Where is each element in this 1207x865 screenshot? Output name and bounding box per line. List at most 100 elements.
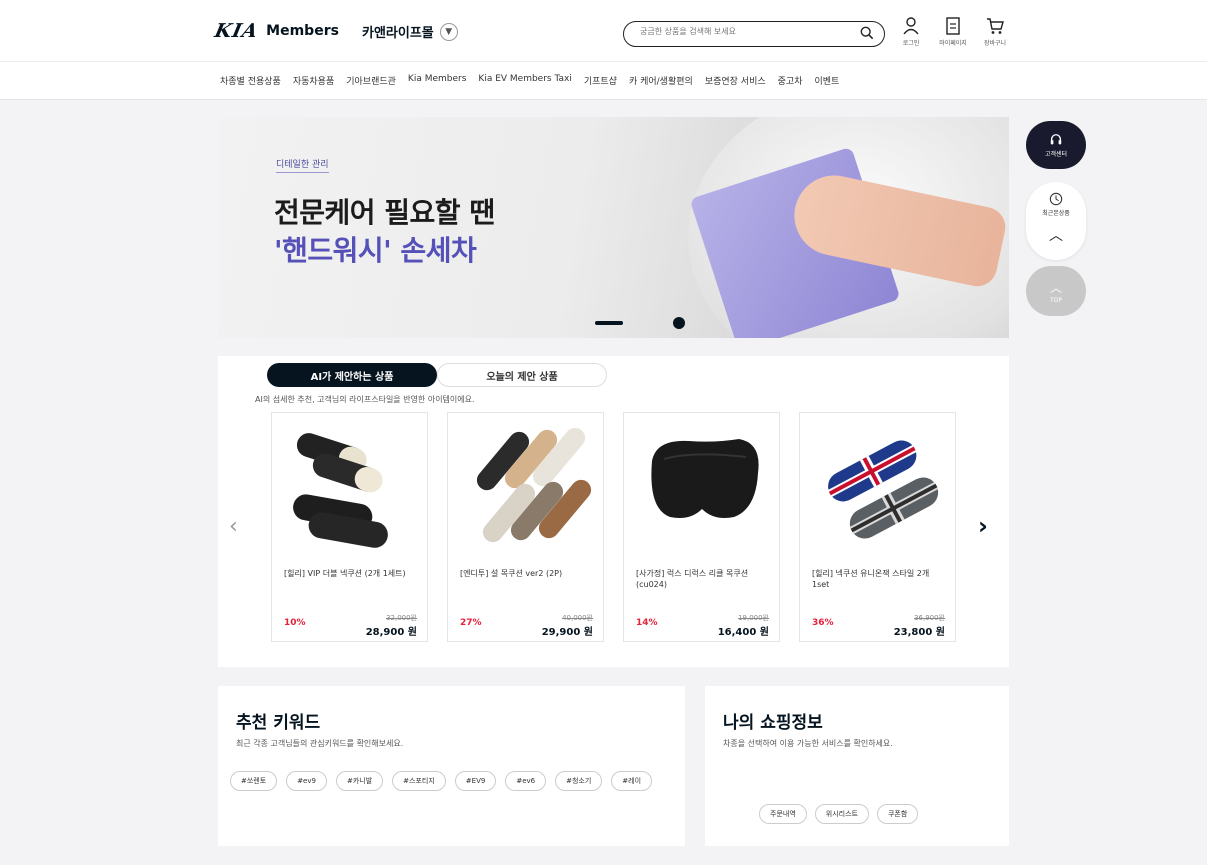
main-nav: 차종별 전용상품 자동차용품 기아브랜드관 Kia Members Kia EV… xyxy=(220,74,839,87)
product-name: [힐리] VIP 더블 넥쿠션 (2개 1세트) xyxy=(284,569,406,578)
keywords-title: 추천 키워드 xyxy=(236,713,321,733)
coupon-button[interactable]: 쿠폰함 xyxy=(876,804,919,824)
product-price: 28,900 원 xyxy=(365,627,417,638)
keyword-chip[interactable]: #EV9 xyxy=(454,771,497,791)
product-discount: 27% xyxy=(460,618,482,628)
nav-item[interactable]: 차종별 전용상품 xyxy=(220,74,281,87)
recommended-keywords-panel: 추천 키워드 최근 각종 고객님들의 관심키워드를 확인해보세요. #쏘렌토 #… xyxy=(218,686,685,846)
product-card[interactable]: [힐리] VIP 더블 넥쿠션 (2개 1세트) 10% 32,000원 28,… xyxy=(271,412,428,642)
header-top-bar: KIA Members 카앤라이프몰 ▼ 로그인 마이페이지 장바구니 xyxy=(0,0,1207,62)
customer-center-label: 고객센터 xyxy=(1044,150,1068,158)
order-history-button[interactable]: 주문내역 xyxy=(759,804,807,824)
hero-banner[interactable]: 디테일한 관리 전문케어 필요할 땐 '핸드워시' 손세차 xyxy=(218,117,1009,338)
keyword-chip[interactable]: #쏘렌토 xyxy=(230,771,278,791)
product-image xyxy=(651,439,759,518)
mall-name: 카앤라이프몰 xyxy=(362,26,434,41)
nav-item[interactable]: 이벤트 xyxy=(814,74,839,87)
nav-item[interactable]: 기프트샵 xyxy=(584,74,617,87)
cart-label: 장바구니 xyxy=(983,40,1007,47)
headset-icon xyxy=(1050,133,1062,144)
product-card[interactable]: [사가정] 럭스 디럭스 리클 목쿠션 (cu024) 14% 19,000원 … xyxy=(623,412,780,642)
banner-active-indicator[interactable] xyxy=(595,321,623,325)
keywords-description: 최근 각종 고객님들의 관심키워드를 확인해보세요. xyxy=(236,739,404,748)
nav-item[interactable]: 기아브랜드관 xyxy=(346,74,396,87)
keyword-chip[interactable]: #스포티지 xyxy=(392,771,446,791)
product-name: [힐리] 넥쿠션 유니온잭 스타일 2개 1set xyxy=(812,569,930,590)
chevron-up-icon[interactable]: ︿ xyxy=(1049,225,1063,245)
product-image xyxy=(827,440,939,539)
banner-tag: 디테일한 관리 xyxy=(276,157,329,173)
product-card[interactable]: [엔디투] 설 목쿠션 ver2 (2P) 27% 40,000원 29,900… xyxy=(447,412,604,642)
mall-selector[interactable]: 카앤라이프몰 ▼ xyxy=(362,22,458,41)
recent-products-widget[interactable]: 최근본상품 ︿ xyxy=(1026,182,1086,260)
product-image xyxy=(476,427,592,543)
search-icon[interactable] xyxy=(860,26,874,40)
my-shopping-info-panel: 나의 쇼핑정보 차종을 선택하여 이용 가능한 서비스를 확인하세요. 주문내역… xyxy=(705,686,1009,846)
chevron-right-icon[interactable]: › xyxy=(978,512,988,540)
keyword-chip[interactable]: #ev6 xyxy=(505,771,547,791)
chevron-down-icon: ▼ xyxy=(439,22,458,41)
banner-pagination xyxy=(595,317,685,329)
recommendation-section: AI가 제안하는 상품 오늘의 제안 상품 AI의 섬세한 추천, 고객님의 라… xyxy=(218,356,1009,667)
shopping-title: 나의 쇼핑정보 xyxy=(723,713,823,733)
recommendation-description: AI의 섬세한 추천, 고객님의 라이프스타일을 반영한 아이템이에요. xyxy=(255,395,475,404)
kia-logo-mark: KIA xyxy=(212,20,261,42)
members-logo-text: Members xyxy=(266,23,339,39)
product-name: [엔디투] 설 목쿠션 ver2 (2P) xyxy=(460,569,563,578)
product-card[interactable]: [힐리] 넥쿠션 유니온잭 스타일 2개 1set 36% 36,900원 23… xyxy=(799,412,956,642)
product-discount: 10% xyxy=(284,618,306,628)
chevron-up-icon: ︿ xyxy=(1049,280,1062,295)
nav-item[interactable]: 자동차용품 xyxy=(293,74,334,87)
mypage-icon xyxy=(946,17,960,35)
cart-icon xyxy=(987,18,1004,34)
product-original-price: 19,000원 xyxy=(738,614,769,622)
pause-icon[interactable] xyxy=(673,317,685,329)
product-carousel: [힐리] VIP 더블 넥쿠션 (2개 1세트) 10% 32,000원 28,… xyxy=(271,412,956,642)
recommendation-tabs: AI가 제안하는 상품 오늘의 제안 상품 xyxy=(267,363,607,387)
keyword-chip[interactable]: #카니발 xyxy=(335,771,384,791)
nav-item[interactable]: Kia Members xyxy=(408,74,467,87)
wishlist-button[interactable]: 위시리스트 xyxy=(814,804,869,824)
banner-title-line2: '핸드워시' 손세차 xyxy=(274,234,477,267)
keyword-chip[interactable]: #ev9 xyxy=(286,771,327,791)
header-utility-icons: 로그인 마이페이지 장바구니 xyxy=(896,16,1010,47)
product-original-price: 40,000원 xyxy=(562,614,593,622)
nav-item[interactable]: 카 케어/생활편의 xyxy=(629,74,693,87)
kia-members-logo[interactable]: KIA Members xyxy=(212,20,339,42)
product-price: 29,900 원 xyxy=(541,627,593,638)
nav-item[interactable]: 중고차 xyxy=(778,74,803,87)
product-name: [사가정] 럭스 디럭스 리클 목쿠션 (cu024) xyxy=(636,569,749,590)
mypage-label: 마이페이지 xyxy=(939,40,967,47)
tab-ai-recommend[interactable]: AI가 제안하는 상품 xyxy=(267,363,437,387)
shopping-description: 차종을 선택하여 이용 가능한 서비스를 확인하세요. xyxy=(723,739,893,748)
banner-title-line1: 전문케어 필요할 땐 xyxy=(274,196,495,229)
keyword-chip[interactable]: #청소기 xyxy=(555,771,603,791)
search-box xyxy=(623,21,885,47)
product-discount: 36% xyxy=(812,618,834,628)
customer-center-button[interactable]: 고객센터 xyxy=(1026,121,1086,169)
top-label: TOP xyxy=(1049,296,1062,304)
keyword-chip[interactable]: #레이 xyxy=(611,771,653,791)
search-input[interactable] xyxy=(640,27,840,36)
product-price: 16,400 원 xyxy=(717,627,769,638)
shopping-links: 주문내역 위시리스트 쿠폰함 xyxy=(759,804,919,824)
nav-item[interactable]: Kia EV Members Taxi xyxy=(478,74,571,87)
product-image xyxy=(293,433,388,548)
site-header: KIA Members 카앤라이프몰 ▼ 로그인 마이페이지 장바구니 xyxy=(0,0,1207,100)
product-discount: 14% xyxy=(636,618,658,628)
recent-products-label: 최근본상품 xyxy=(1042,210,1070,217)
clock-icon xyxy=(1049,192,1063,206)
scroll-top-button[interactable]: ︿ TOP xyxy=(1026,266,1086,316)
login-button[interactable]: 로그인 xyxy=(896,16,926,47)
nav-item[interactable]: 보증연장 서비스 xyxy=(705,74,766,87)
product-original-price: 36,900원 xyxy=(914,614,945,622)
chevron-left-icon[interactable]: ‹ xyxy=(229,514,238,539)
keyword-chips: #쏘렌토 #ev9 #카니발 #스포티지 #EV9 #ev6 #청소기 #레이 xyxy=(230,771,670,791)
cart-button[interactable]: 장바구니 xyxy=(980,16,1010,47)
login-icon xyxy=(903,17,919,35)
product-original-price: 32,000원 xyxy=(386,614,417,622)
product-price: 23,800 원 xyxy=(893,627,945,638)
tab-today-recommend[interactable]: 오늘의 제안 상품 xyxy=(437,363,607,387)
login-label: 로그인 xyxy=(902,40,920,47)
mypage-button[interactable]: 마이페이지 xyxy=(938,16,968,47)
